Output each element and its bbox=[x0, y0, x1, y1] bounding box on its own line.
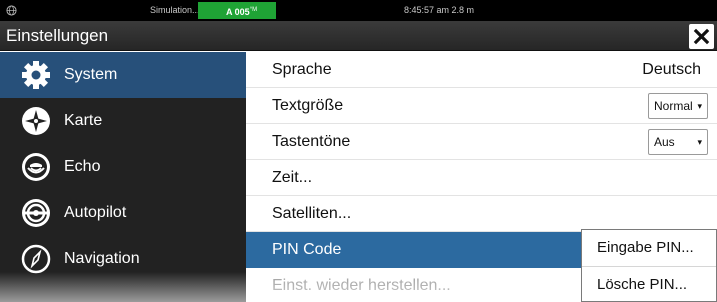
setting-value: Deutsch bbox=[642, 61, 701, 78]
sidebar-item-system[interactable]: System bbox=[0, 52, 246, 98]
menu-item-delete-pin[interactable]: Lösche PIN... bbox=[582, 266, 716, 302]
heading-unit: °M bbox=[249, 7, 258, 13]
close-button[interactable] bbox=[689, 24, 714, 49]
setting-label: Textgröße bbox=[272, 97, 344, 114]
sidebar-item-label: System bbox=[64, 66, 118, 83]
setting-row-satelliten[interactable]: Satelliten... bbox=[246, 196, 717, 232]
sidebar-item-label: Navigation bbox=[64, 250, 140, 267]
setting-label: Einst. wieder herstellen... bbox=[272, 277, 451, 294]
chevron-down-icon: ▾ bbox=[697, 137, 702, 147]
menu-item-enter-pin[interactable]: Eingabe PIN... bbox=[582, 230, 716, 266]
setting-row-tastentoene[interactable]: Tastentöne Aus ▾ bbox=[246, 124, 717, 160]
chart-compass-icon bbox=[22, 107, 50, 135]
globe-icon bbox=[6, 5, 17, 16]
setting-row-sprache[interactable]: Sprache Deutsch bbox=[246, 52, 717, 88]
pin-context-menu: Eingabe PIN... Lösche PIN... bbox=[581, 229, 717, 302]
setting-label: Zeit... bbox=[272, 169, 313, 186]
echo-sonar-icon bbox=[22, 153, 50, 181]
navigation-arrow-icon bbox=[21, 244, 51, 274]
close-icon bbox=[693, 28, 710, 45]
chevron-down-icon: ▾ bbox=[697, 101, 702, 111]
title-bar: Einstellungen bbox=[0, 21, 717, 51]
simulation-status: Simulation... bbox=[150, 5, 200, 15]
sidebar-item-label: Autopilot bbox=[64, 204, 127, 221]
status-bar: Simulation... A 005°M 8:45:57 am 2.8 m bbox=[0, 0, 717, 21]
sidebar-item-label: Echo bbox=[64, 158, 101, 175]
dropdown-value: Normal bbox=[654, 99, 693, 113]
setting-label: PIN Code bbox=[272, 241, 342, 258]
sidebar-item-autopilot[interactable]: Autopilot bbox=[0, 190, 246, 236]
settings-sidebar: System Karte Echo Autopilot Navigation bbox=[0, 52, 246, 302]
gear-icon bbox=[22, 61, 50, 89]
sidebar-item-label: Karte bbox=[64, 112, 103, 129]
setting-label: Satelliten... bbox=[272, 205, 352, 222]
sidebar-item-echo[interactable]: Echo bbox=[0, 144, 246, 190]
sidebar-item-karte[interactable]: Karte bbox=[0, 98, 246, 144]
window-title: Einstellungen bbox=[6, 26, 109, 45]
keybeep-dropdown[interactable]: Aus ▾ bbox=[648, 129, 708, 155]
time-depth-readout: 8:45:57 am 2.8 m bbox=[404, 5, 475, 15]
setting-label: Tastentöne bbox=[272, 133, 351, 150]
setting-row-textgroesse[interactable]: Textgröße Normal ▾ bbox=[246, 88, 717, 124]
heading-value: A 005 bbox=[226, 7, 250, 17]
sidebar-item-navigation[interactable]: Navigation bbox=[0, 236, 246, 282]
setting-row-zeit[interactable]: Zeit... bbox=[246, 160, 717, 196]
heading-badge: A 005°M bbox=[198, 2, 276, 19]
setting-label: Sprache bbox=[272, 61, 332, 78]
dropdown-value: Aus bbox=[654, 135, 675, 149]
textsize-dropdown[interactable]: Normal ▾ bbox=[648, 93, 708, 119]
steering-wheel-icon bbox=[22, 199, 50, 227]
